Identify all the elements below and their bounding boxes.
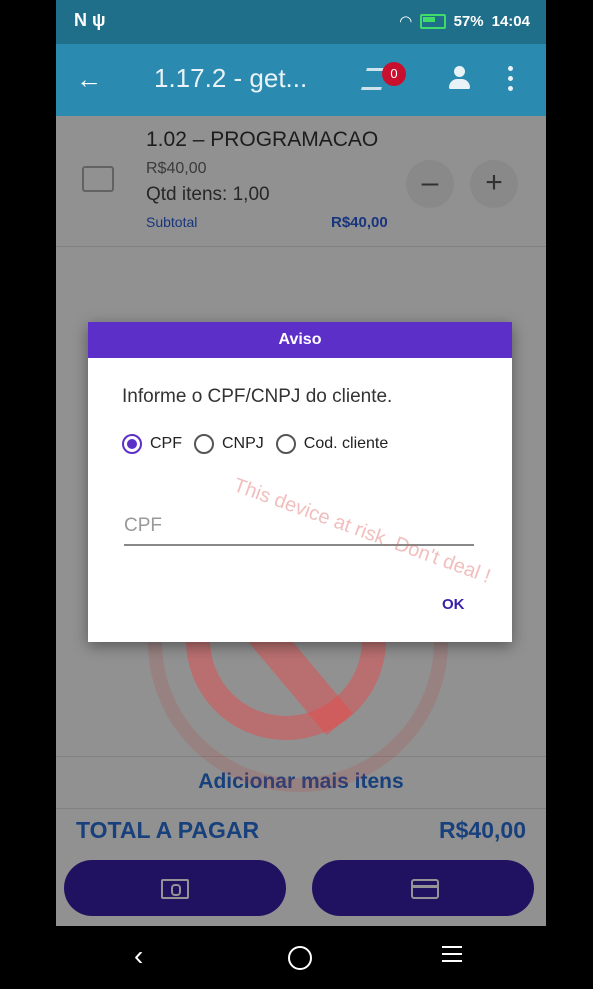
radio-cod-cliente[interactable]: Cod. cliente bbox=[275, 434, 389, 454]
ok-button[interactable]: OK bbox=[442, 596, 465, 613]
phone-screen: N ψ ◠ 57% 14:04 ← 1.17.2 - get... 0 1.02… bbox=[56, 0, 546, 989]
dialog-message: Informe o CPF/CNPJ do cliente. bbox=[122, 386, 393, 407]
radio-cpf[interactable]: CPF bbox=[122, 434, 182, 454]
cart-button[interactable]: 0 bbox=[356, 62, 410, 96]
clock: 14:04 bbox=[491, 12, 530, 30]
radio-unselected-icon[interactable] bbox=[275, 434, 296, 454]
radio-label: CPF bbox=[150, 435, 182, 452]
document-type-radio-group: CPF CNPJ Cod. cliente bbox=[122, 434, 400, 454]
wifi-icon: ◠ bbox=[400, 13, 412, 30]
radio-label: Cod. cliente bbox=[303, 435, 389, 452]
user-icon[interactable] bbox=[446, 66, 472, 92]
dialog-title: Aviso bbox=[88, 322, 512, 358]
radio-unselected-icon[interactable] bbox=[194, 434, 214, 454]
system-nav-bar: ‹ bbox=[56, 926, 546, 989]
radio-label: CNPJ bbox=[222, 435, 264, 452]
app-bar: ← 1.17.2 - get... 0 bbox=[56, 44, 546, 116]
cpf-dialog: Aviso Informe o CPF/CNPJ do cliente. CPF… bbox=[88, 322, 512, 642]
nav-menu-icon[interactable] bbox=[442, 946, 462, 967]
back-arrow-icon[interactable]: ← bbox=[76, 64, 102, 95]
page-title: 1.17.2 - get... bbox=[154, 63, 308, 93]
nav-back-icon[interactable]: ‹ bbox=[134, 940, 143, 972]
battery-icon bbox=[419, 13, 446, 29]
status-bar: N ψ ◠ 57% 14:04 bbox=[56, 0, 546, 44]
nav-home-icon[interactable] bbox=[288, 946, 312, 970]
radio-cnpj[interactable]: CNPJ bbox=[194, 434, 264, 454]
cart-count-badge: 0 bbox=[382, 62, 406, 86]
battery-percent: 57% bbox=[453, 12, 484, 30]
status-right: ◠ 57% 14:04 bbox=[400, 12, 530, 31]
more-options-icon[interactable] bbox=[508, 66, 514, 94]
status-left-icons: N ψ bbox=[74, 10, 106, 30]
radio-selected-icon[interactable] bbox=[122, 434, 142, 454]
